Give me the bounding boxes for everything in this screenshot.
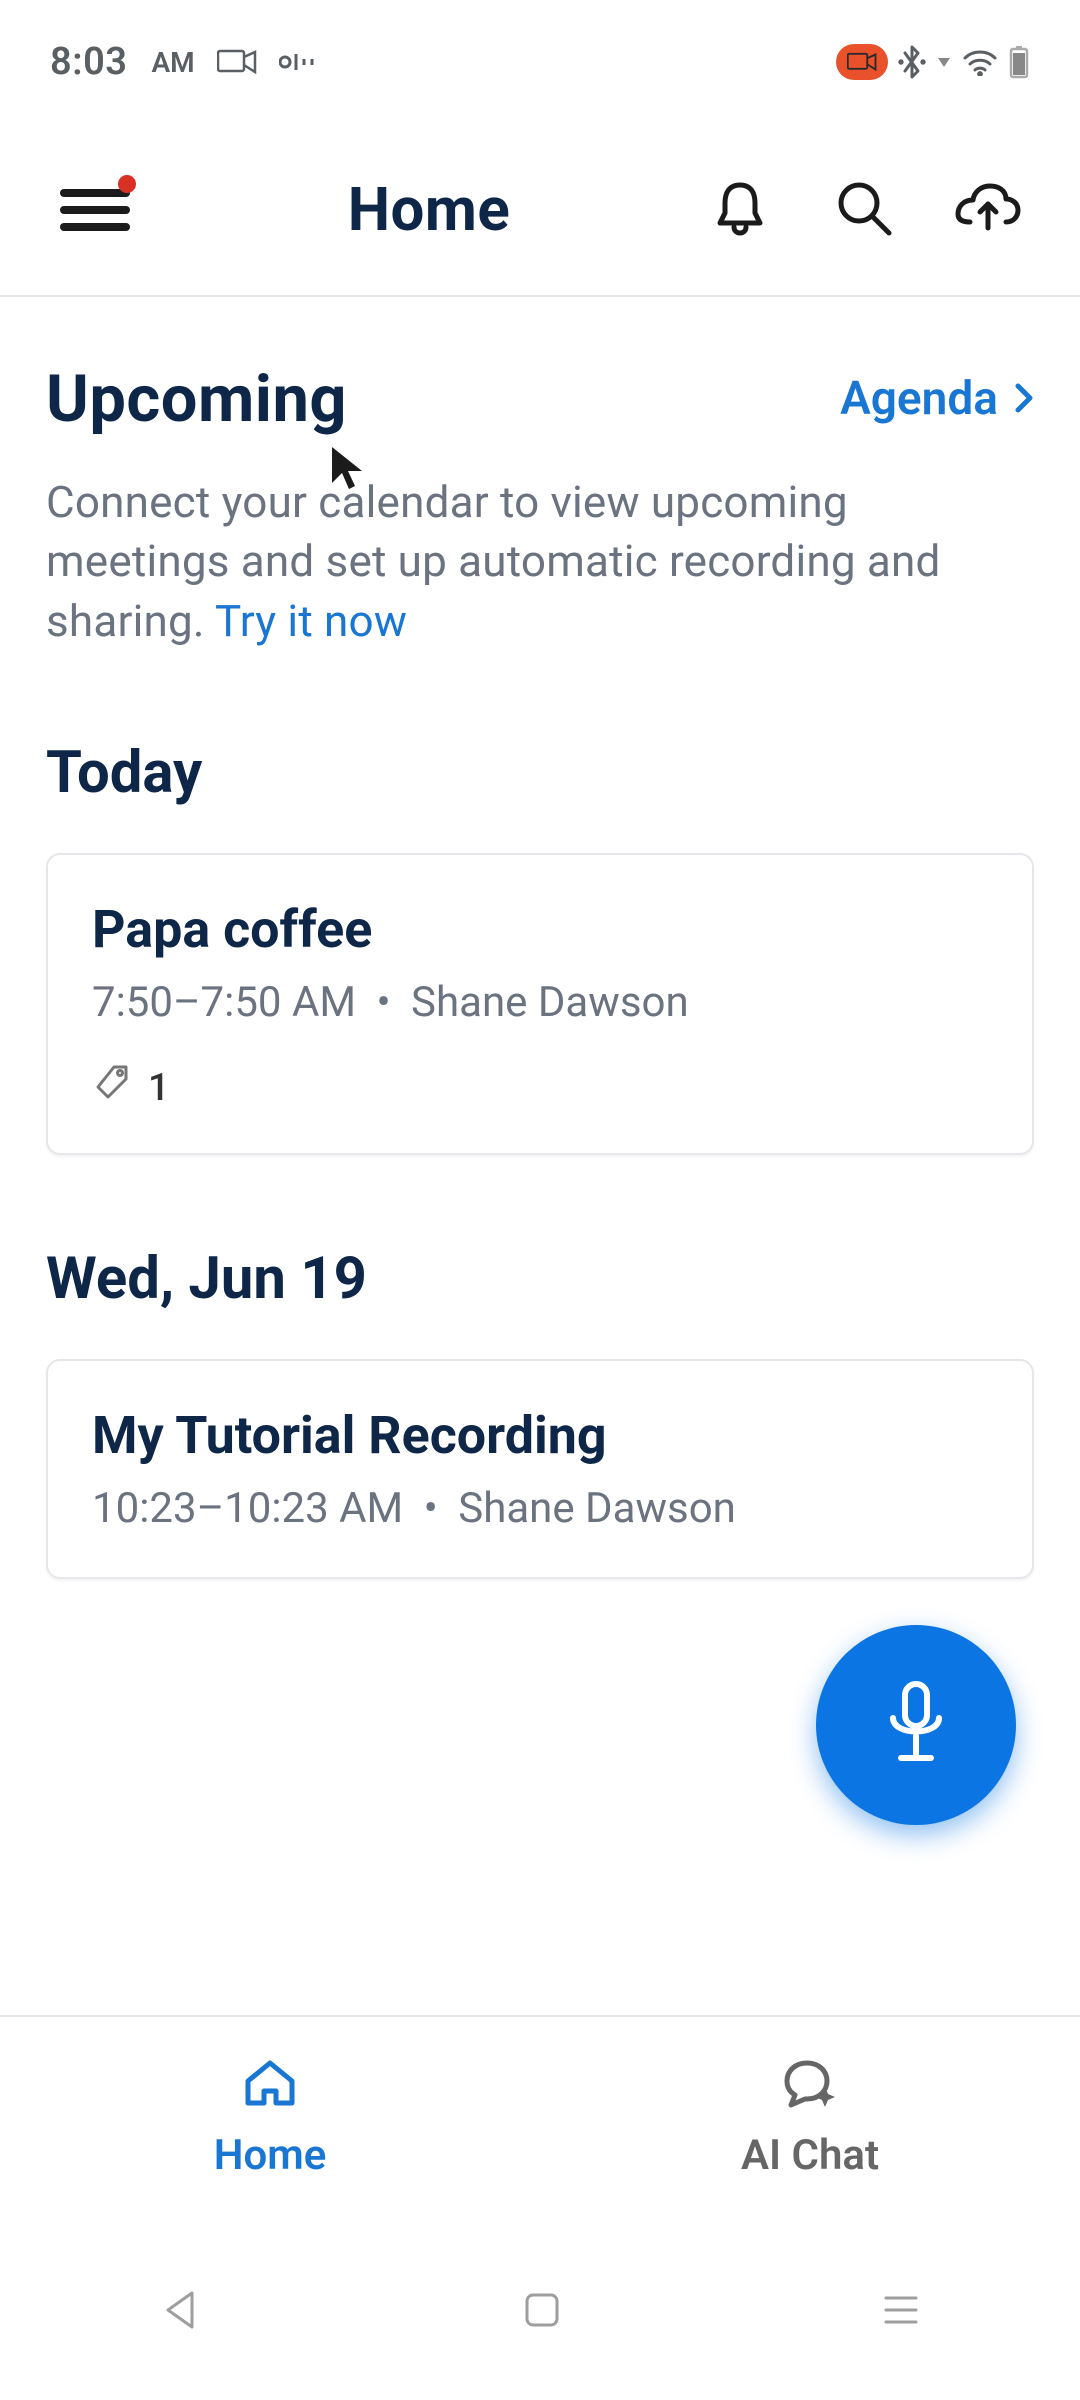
meeting-title: My Tutorial Recording — [92, 1405, 988, 1466]
meeting-card[interactable]: Papa coffee 7:50–7:50 AM • Shane Dawson … — [46, 853, 1034, 1155]
meeting-meta: 10:23–10:23 AM • Shane Dawson — [92, 1484, 988, 1533]
meeting-time: 10:23–10:23 AM — [92, 1484, 403, 1533]
upcoming-header-row: Upcoming Agenda — [46, 361, 1034, 437]
meeting-person: Shane Dawson — [411, 978, 689, 1027]
try-it-now-link[interactable]: Try it now — [215, 595, 407, 647]
bluetooth-icon — [898, 43, 926, 81]
bell-icon — [714, 179, 766, 241]
meeting-meta: 7:50–7:50 AM • Shane Dawson — [92, 978, 988, 1027]
equalizer-icon — [279, 51, 323, 73]
wifi-icon — [962, 48, 998, 76]
system-nav-bar — [0, 2220, 1080, 2400]
upcoming-helper: Connect your calendar to view upcoming m… — [46, 473, 1034, 651]
battery-icon — [1008, 45, 1030, 79]
nav-home-button[interactable] — [521, 2289, 563, 2331]
nav-recents-button[interactable] — [880, 2292, 922, 2328]
agenda-link[interactable]: Agenda — [840, 372, 1034, 426]
status-bar: 8:03 AM — [0, 0, 1080, 106]
notifications-button[interactable] — [708, 178, 772, 242]
facepile-count: 1 — [148, 1066, 170, 1110]
section-heading: Wed, Jun 19 — [46, 1245, 1034, 1313]
search-button[interactable] — [832, 178, 896, 242]
status-time: 8:03 — [50, 40, 127, 84]
tag-icon — [92, 1063, 132, 1113]
agenda-link-label: Agenda — [840, 372, 998, 426]
upcoming-helper-text: Connect your calendar to view upcoming m… — [46, 476, 941, 647]
cloud-upload-icon — [954, 182, 1022, 238]
home-icon — [242, 2057, 298, 2113]
menu-notification-dot-icon — [118, 175, 136, 193]
chat-sparkle-icon — [781, 2057, 839, 2113]
record-fab[interactable] — [816, 1625, 1016, 1825]
meta-separator-icon: • — [424, 1484, 438, 1533]
app-header: Home — [0, 106, 1080, 295]
tab-bar: Home AI Chat — [0, 2015, 1080, 2180]
status-ampm: AM — [151, 46, 194, 79]
section-heading: Today — [46, 739, 1034, 807]
tab-aichat-label: AI Chat — [741, 2131, 879, 2180]
meeting-time: 7:50–7:50 AM — [92, 978, 356, 1027]
meeting-card[interactable]: My Tutorial Recording 10:23–10:23 AM • S… — [46, 1359, 1034, 1579]
search-icon — [835, 179, 893, 241]
tab-home-label: Home — [214, 2131, 327, 2180]
content: Upcoming Agenda Connect your calendar to… — [0, 297, 1080, 1579]
header-actions — [708, 178, 1020, 242]
recording-indicator-icon — [836, 44, 888, 80]
upcoming-heading: Upcoming — [46, 361, 347, 437]
meeting-title: Papa coffee — [92, 899, 988, 960]
facepile: 1 — [92, 1063, 988, 1113]
meta-separator-icon: • — [376, 978, 390, 1027]
tab-home[interactable]: Home — [0, 2057, 540, 2180]
meeting-person: Shane Dawson — [458, 1484, 736, 1533]
page-title: Home — [150, 174, 708, 245]
menu-button[interactable] — [60, 185, 130, 235]
tab-ai-chat[interactable]: AI Chat — [540, 2057, 1080, 2180]
chevron-right-icon — [1014, 372, 1034, 426]
upload-cloud-button[interactable] — [956, 178, 1020, 242]
microphone-icon — [881, 1678, 951, 1772]
status-bar-left: 8:03 AM — [50, 40, 323, 84]
triangle-down-icon — [936, 54, 952, 70]
camera-outline-icon — [217, 48, 257, 76]
nav-back-button[interactable] — [158, 2287, 204, 2333]
status-bar-right — [836, 43, 1030, 81]
